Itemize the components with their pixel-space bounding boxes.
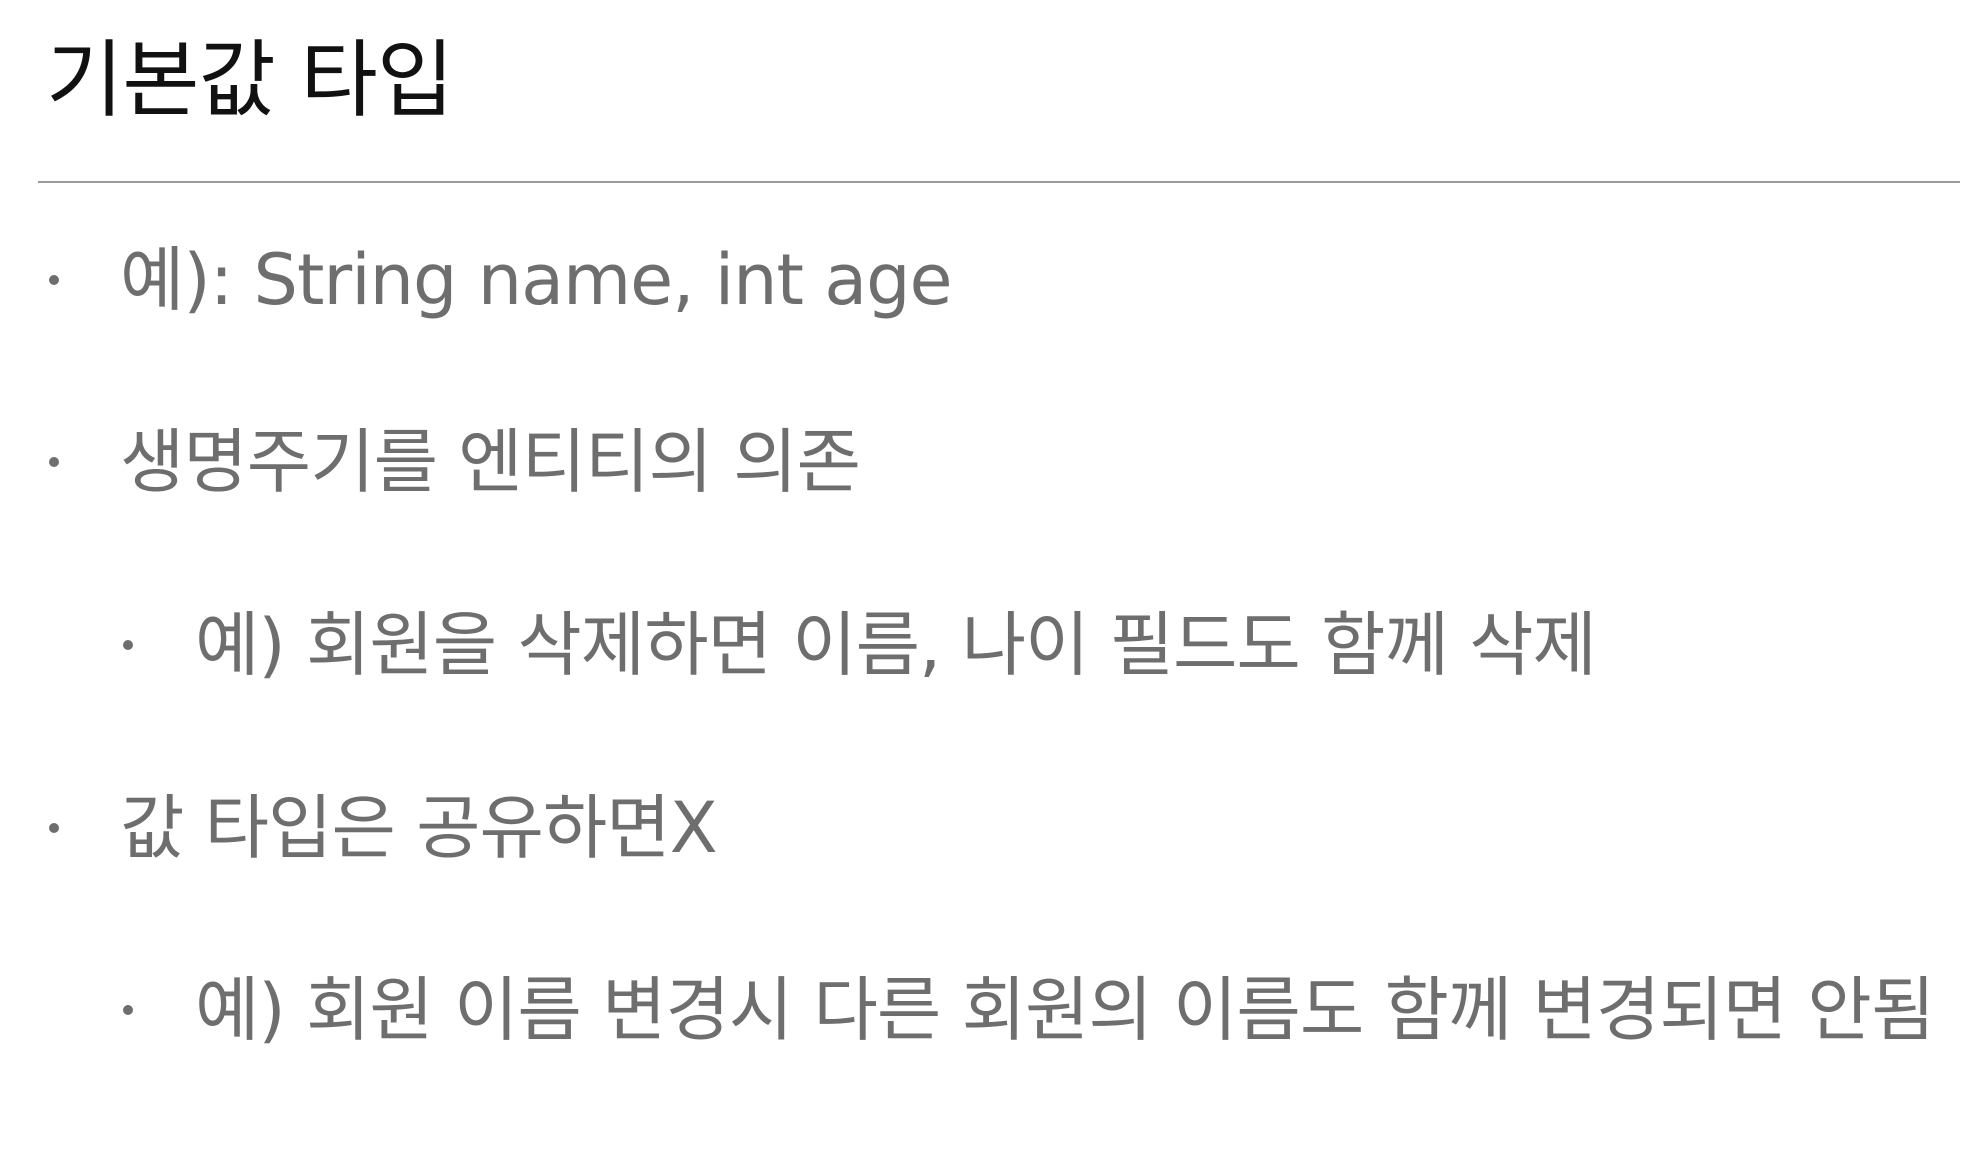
bullet-dot-icon <box>123 1005 133 1015</box>
sub-bullet-text: 예) 회원 이름 변경시 다른 회원의 이름도 함께 변경되면 안됨 <box>195 969 1935 1051</box>
slide-title: 기본값 타입 <box>46 31 454 129</box>
bullet-dot-icon <box>49 823 59 833</box>
bullet-text: 생명주기를 엔티티의 의존 <box>120 421 861 503</box>
bullet-item: 값 타입은 공유하면X <box>0 778 1980 878</box>
bullet-dot-icon <box>123 640 133 650</box>
bullet-text: 값 타입은 공유하면X <box>120 787 718 869</box>
bullet-item: 예): String name, int age <box>0 230 1980 330</box>
sub-bullet-text: 예) 회원을 삭제하면 이름, 나이 필드도 함께 삭제 <box>195 604 1597 686</box>
bullet-dot-icon <box>49 457 59 467</box>
bullet-text: 예): String name, int age <box>120 239 953 321</box>
title-divider <box>38 181 1960 183</box>
bullet-item: 생명주기를 엔티티의 의존 <box>0 412 1980 512</box>
sub-bullet-item: 예) 회원 이름 변경시 다른 회원의 이름도 함께 변경되면 안됨 <box>0 960 1980 1060</box>
sub-bullet-item: 예) 회원을 삭제하면 이름, 나이 필드도 함께 삭제 <box>0 595 1980 695</box>
slide: 기본값 타입 예): String name, int age 생명주기를 엔티… <box>0 0 1980 1160</box>
bullet-dot-icon <box>49 275 59 285</box>
